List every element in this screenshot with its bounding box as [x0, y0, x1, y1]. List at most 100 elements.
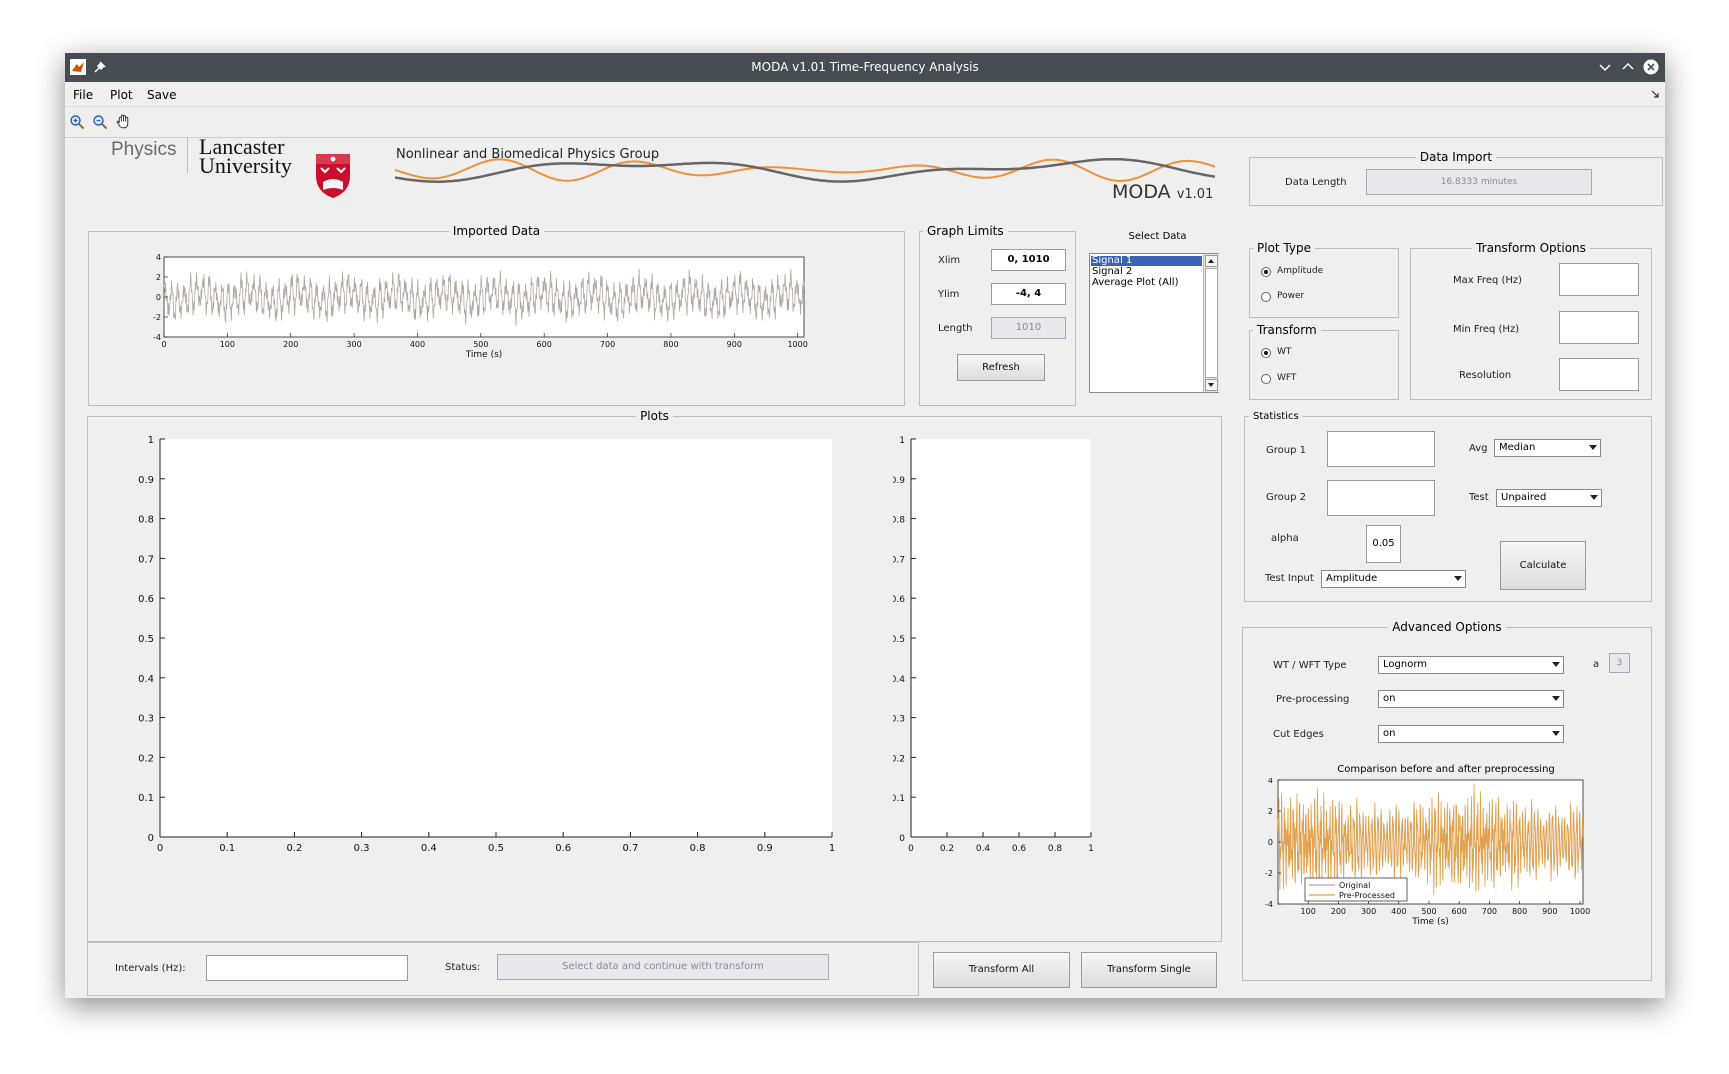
- legend: OriginalPre-Processed: [1304, 877, 1408, 902]
- app-window: MODA v1.01 Time-Frequency Analysis File …: [65, 53, 1665, 998]
- header-wave-decoration: [395, 157, 1215, 183]
- moda-name: MODA: [1112, 181, 1171, 203]
- x-tick-label: 0.2: [286, 843, 302, 854]
- x-tick-label: 0.2: [940, 844, 954, 854]
- test-input-label: Test Input: [1265, 573, 1314, 584]
- data-import-title: Data Import: [1415, 150, 1497, 164]
- x-tick-label: 0.6: [555, 843, 571, 854]
- chevron-down-icon: [1589, 445, 1597, 450]
- pan-hand-icon[interactable]: [115, 113, 132, 130]
- menu-plot[interactable]: Plot: [110, 88, 133, 102]
- transform-all-button[interactable]: Transform All: [933, 952, 1070, 988]
- wft-radio[interactable]: [1261, 374, 1271, 384]
- select-data-list[interactable]: Signal 1 Signal 2 Average Plot (All): [1089, 253, 1219, 393]
- max-freq-input[interactable]: [1559, 263, 1639, 296]
- zoom-out-icon[interactable]: [92, 114, 108, 130]
- refresh-button[interactable]: Refresh: [957, 354, 1045, 381]
- moda-version: v1.01: [1176, 187, 1214, 202]
- test-value: Unpaired: [1501, 492, 1547, 503]
- amplitude-label: Amplitude: [1277, 266, 1324, 276]
- comparison-chart: 100 200 300 400 500 600 700 800 900 1000 4 2 0 -2 -4 Ti…: [1265, 778, 1590, 927]
- menu-bar: File Plot Save: [65, 82, 1665, 107]
- list-item[interactable]: Signal 1: [1091, 256, 1202, 266]
- x-tick-label: 200: [283, 340, 298, 349]
- x-tick-label: 700: [1482, 907, 1497, 916]
- plot-area: [163, 256, 805, 338]
- plot-area: [911, 439, 1091, 837]
- y-tick-label: 0.6: [893, 595, 905, 605]
- bottom-panel: Intervals (Hz): Status: Select data and …: [87, 942, 919, 996]
- status-label: Status:: [445, 962, 481, 973]
- x-tick-label: 0.5: [488, 843, 504, 854]
- transform-single-button[interactable]: Transform Single: [1081, 952, 1217, 988]
- y-tick-label: -4: [1265, 900, 1273, 909]
- power-radio[interactable]: [1261, 292, 1271, 302]
- amplitude-radio[interactable]: [1261, 267, 1271, 277]
- test-select[interactable]: Unpaired: [1496, 489, 1602, 507]
- x-tick-label: 0.4: [976, 844, 991, 854]
- x-tick-label: 1000: [1570, 907, 1590, 916]
- y-tick-label: 4: [156, 253, 161, 262]
- scroll-up-button[interactable]: [1205, 255, 1218, 267]
- test-input-select[interactable]: Amplitude: [1321, 570, 1466, 588]
- y-tick-label: -4: [153, 333, 161, 342]
- cut-edges-select[interactable]: on: [1378, 725, 1564, 743]
- y-tick-label: 4: [1268, 778, 1273, 785]
- close-icon[interactable]: [1643, 59, 1659, 75]
- minimize-icon[interactable]: [1597, 59, 1613, 75]
- maximize-icon[interactable]: [1620, 59, 1636, 75]
- ylim-input[interactable]: -4, 4: [991, 283, 1066, 305]
- y-tick-label: 0.9: [138, 475, 154, 486]
- x-tick-label: 0.8: [1048, 844, 1063, 854]
- menu-expand-icon[interactable]: [1650, 89, 1660, 99]
- cut-edges-value: on: [1383, 728, 1396, 739]
- plot-type-title: Plot Type: [1253, 241, 1315, 255]
- min-freq-input[interactable]: [1559, 311, 1639, 344]
- xlim-input[interactable]: 0, 1010: [991, 249, 1066, 271]
- y-tick-label: 0.4: [138, 674, 154, 685]
- x-tick-label: 700: [600, 340, 615, 349]
- preprocessing-label: Pre-processing: [1276, 694, 1350, 705]
- x-tick-label: 0.8: [690, 843, 706, 854]
- status-field: Select data and continue with transform: [497, 954, 829, 980]
- list-item[interactable]: Signal 2: [1091, 267, 1132, 277]
- moda-logo: MODA v1.01: [1112, 181, 1213, 203]
- wt-radio[interactable]: [1261, 348, 1271, 358]
- menu-save[interactable]: Save: [147, 88, 176, 102]
- intervals-input[interactable]: [206, 955, 408, 981]
- x-tick-label: 0.1: [219, 843, 235, 854]
- imported-data-title: Imported Data: [448, 224, 545, 238]
- resolution-input[interactable]: [1559, 358, 1639, 391]
- scroll-thumb[interactable]: [1205, 268, 1218, 378]
- x-tick-label: 200: [1331, 907, 1346, 916]
- wt-type-select[interactable]: Lognorm: [1378, 656, 1564, 674]
- menu-file[interactable]: File: [73, 88, 93, 102]
- list-item[interactable]: Average Plot (All): [1091, 278, 1178, 288]
- main-plot-chart: 0 0.1 0.2 0.3 0.4 0.5 0.6 0.7 0.8 0.9 1 0 0.1 0.2 0.3 0…: [138, 435, 835, 854]
- y-tick-label: 0.8: [138, 515, 154, 526]
- alpha-input[interactable]: 0.05: [1366, 525, 1401, 563]
- calculate-button[interactable]: Calculate: [1500, 541, 1586, 590]
- x-tick-label: 1: [1088, 844, 1094, 854]
- advanced-options-title: Advanced Options: [1388, 620, 1506, 634]
- preprocessing-select[interactable]: on: [1378, 690, 1564, 708]
- chevron-down-icon: [1552, 696, 1560, 701]
- scroll-down-button[interactable]: [1205, 379, 1218, 391]
- a-field: 3: [1609, 653, 1630, 673]
- x-tick-label: 500: [473, 340, 488, 349]
- cut-edges-label: Cut Edges: [1273, 729, 1324, 740]
- x-axis-label: Time (s): [465, 350, 503, 360]
- xlim-label: Xlim: [938, 255, 961, 266]
- group2-label: Group 2: [1266, 492, 1306, 503]
- y-tick-label: 0.4: [893, 675, 905, 685]
- y-tick-label: -2: [1265, 869, 1273, 878]
- wt-type-label: WT / WFT Type: [1273, 660, 1347, 671]
- group2-input[interactable]: [1327, 480, 1435, 516]
- list-scrollbar[interactable]: [1203, 254, 1219, 392]
- resolution-label: Resolution: [1459, 370, 1512, 381]
- avg-select[interactable]: Median: [1494, 439, 1601, 457]
- group1-input[interactable]: [1327, 431, 1435, 467]
- power-label: Power: [1277, 291, 1305, 301]
- x-tick-label: 900: [1542, 907, 1557, 916]
- zoom-in-icon[interactable]: [69, 114, 85, 130]
